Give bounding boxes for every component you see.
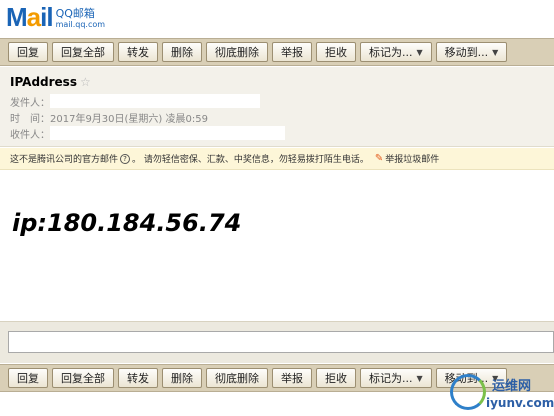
help-icon[interactable]: ? [120,153,131,164]
sender-row: 发件人： [10,93,544,109]
sender-redacted [50,94,260,108]
report-spam-link[interactable]: ✎ 举报垃圾邮件 [375,152,439,165]
message-body: ip:180.184.56.74 [0,171,554,321]
watermark-title: 运维网 [492,379,532,394]
watermark-logo-icon [450,374,486,410]
delete-button[interactable]: 删除 [162,42,202,62]
chevron-down-icon: ▼ [416,373,423,383]
message-header: IPAddress ☆ 发件人： 时 间： 2017年9月30日(星期六) 凌晨… [0,67,554,147]
report-button[interactable]: 举报 [272,368,312,388]
forward-button[interactable]: 转发 [118,42,158,62]
delete-forever-button[interactable]: 彻底删除 [206,368,268,388]
time-row: 时 间： 2017年9月30日(星期六) 凌晨0:59 [10,109,544,125]
message-body-text: ip:180.184.56.74 [12,209,242,237]
delete-forever-button[interactable]: 彻底删除 [206,42,268,62]
reject-button[interactable]: 拒收 [316,368,356,388]
reply-button[interactable]: 回复 [8,42,48,62]
reply-button[interactable]: 回复 [8,368,48,388]
report-button[interactable]: 举报 [272,42,312,62]
site-watermark: 运维网 iyunv.com [446,372,554,416]
time-label: 时 间： [10,113,50,125]
sender-label: 发件人： [10,97,50,109]
qq-mail-logo[interactable]: Mail QQ邮箱 mail.qq.com [6,4,105,30]
chevron-down-icon: ▼ [492,47,499,57]
forward-button[interactable]: 转发 [118,368,158,388]
recipient-label: 收件人： [10,129,50,141]
move-to-dropdown[interactable]: 移动到... ▼ [435,42,508,62]
star-icon[interactable]: ☆ [80,75,91,89]
security-notice: 这不是腾讯公司的官方邮件 ? 。 请勿轻信密保、汇款、中奖信息，勿轻易拨打陌生电… [0,148,554,170]
reply-all-button[interactable]: 回复全部 [52,368,114,388]
notice-text: 这不是腾讯公司的官方邮件 [10,155,119,165]
reply-all-button[interactable]: 回复全部 [52,42,114,62]
delete-button[interactable]: 删除 [162,368,202,388]
recipient-redacted [50,126,285,140]
recipient-row: 收件人： [10,125,544,141]
logo-domain: mail.qq.com [55,20,106,29]
reject-button[interactable]: 拒收 [316,42,356,62]
mark-as-dropdown[interactable]: 标记为... ▼ [360,368,432,388]
mail-header: Mail QQ邮箱 mail.qq.com [0,0,554,36]
quick-reply-input[interactable] [8,331,554,353]
logo-wordmark: Mail [6,2,54,32]
chevron-down-icon: ▼ [416,47,423,57]
notice-warning: 。 请勿轻信密保、汇款、中奖信息，勿轻易拨打陌生电话。 [132,155,369,165]
message-subject: IPAddress [10,75,77,89]
top-toolbar: 回复 回复全部 转发 删除 彻底删除 举报 拒收 标记为... ▼ 移动到... ▼ [0,38,554,66]
time-value: 2017年9月30日(星期六) 凌晨0:59 [50,113,208,125]
logo-product-name: QQ邮箱 [55,7,95,20]
report-icon: ✎ [374,153,384,164]
watermark-url: iyunv.com [486,396,554,410]
mark-as-dropdown[interactable]: 标记为... ▼ [360,42,432,62]
quick-reply-bar [0,321,554,363]
